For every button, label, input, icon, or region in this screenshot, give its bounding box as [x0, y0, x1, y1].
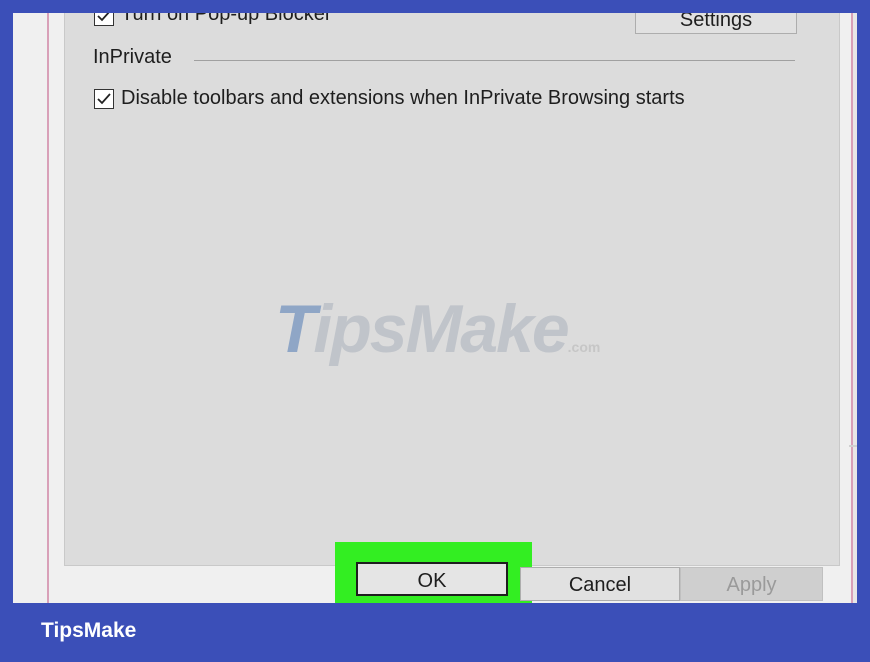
apply-button[interactable]: Apply	[680, 567, 823, 601]
watermark-text: ipsMake	[313, 291, 569, 367]
watermark-suffix: .com	[567, 339, 601, 355]
inprivate-heading: InPrivate	[93, 46, 172, 68]
popup-blocker-checkbox[interactable]	[94, 13, 114, 26]
watermark-logo: TipsMake.com	[275, 290, 600, 368]
checkmark-icon	[97, 13, 110, 22]
watermark-letter-t: T	[275, 291, 315, 367]
popup-blocker-label: Turn on Pop-up Blocker	[121, 13, 332, 25]
checkmark-icon	[97, 93, 111, 105]
window-edge	[853, 13, 857, 603]
inprivate-checkbox[interactable]	[94, 89, 114, 109]
footer-bar: TipsMake	[0, 603, 870, 662]
top-frame-bar	[0, 0, 870, 13]
left-frame-bar	[0, 0, 13, 662]
footer-brand: TipsMake	[41, 619, 137, 642]
window-edge-mark	[849, 445, 857, 447]
inprivate-separator	[194, 60, 795, 61]
settings-button[interactable]: Settings	[635, 13, 797, 34]
right-frame-bar	[857, 0, 870, 662]
ok-button[interactable]: OK	[356, 562, 508, 596]
cancel-button[interactable]: Cancel	[520, 567, 680, 601]
inprivate-checkbox-label: Disable toolbars and extensions when InP…	[121, 87, 685, 109]
